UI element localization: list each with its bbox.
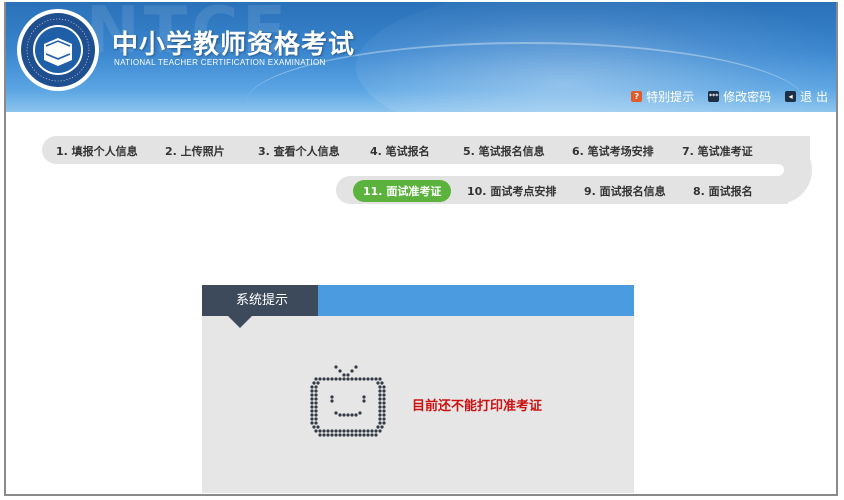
site-header: NTCE 中小学教师资格考试 NATIONAL TEACHER CERTIFIC… xyxy=(6,2,836,112)
step-3-view-info[interactable]: 3. 查看个人信息 xyxy=(258,143,340,159)
site-subtitle: NATIONAL TEACHER CERTIFICATION EXAMINATI… xyxy=(114,58,326,67)
special-notice-link[interactable]: ? 特别提示 xyxy=(631,88,694,105)
logout-link[interactable]: ◂ 退 出 xyxy=(785,88,828,105)
site-title: 中小学教师资格考试 xyxy=(112,30,356,60)
step-11-interview-admission[interactable]: 11. 面试准考证 xyxy=(353,180,452,202)
header-links: ? 特别提示 *** 修改密码 ◂ 退 出 xyxy=(631,88,828,105)
step-9-interview-info[interactable]: 9. 面试报名信息 xyxy=(584,183,666,199)
step-6-written-venue[interactable]: 6. 笔试考场安排 xyxy=(572,143,654,159)
step-1-fill-info[interactable]: 1. 填报个人信息 xyxy=(56,143,138,159)
change-password-label: 修改密码 xyxy=(723,90,772,104)
logout-label: 退 出 xyxy=(800,90,828,104)
page-frame: NTCE 中小学教师资格考试 NATIONAL TEACHER CERTIFIC… xyxy=(4,2,838,496)
panel-tab-title: 系统提示 xyxy=(202,285,318,316)
step-2-upload-photo[interactable]: 2. 上传照片 xyxy=(165,143,225,159)
help-icon: ? xyxy=(631,91,643,102)
panel-tab-pointer xyxy=(228,316,252,328)
step-8-interview-register[interactable]: 8. 面试报名 xyxy=(693,183,753,199)
panel-header: 系统提示 xyxy=(202,285,634,316)
system-message-text: 目前还不能打印准考证 xyxy=(412,399,543,414)
step-7-written-admission[interactable]: 7. 笔试准考证 xyxy=(682,143,753,159)
tv-icon xyxy=(310,365,386,437)
exit-icon: ◂ xyxy=(785,91,797,102)
step-10-interview-venue[interactable]: 10. 面试考点安排 xyxy=(467,183,556,199)
special-notice-label: 特别提示 xyxy=(646,90,695,104)
ntce-logo-icon xyxy=(17,9,99,91)
password-icon: *** xyxy=(708,91,720,102)
change-password-link[interactable]: *** 修改密码 xyxy=(708,88,771,105)
system-message-panel: 系统提示 目前还不能打印准考证 xyxy=(202,285,634,493)
step-4-written-register[interactable]: 4. 笔试报名 xyxy=(370,143,430,159)
step-5-written-info[interactable]: 5. 笔试报名信息 xyxy=(463,143,545,159)
